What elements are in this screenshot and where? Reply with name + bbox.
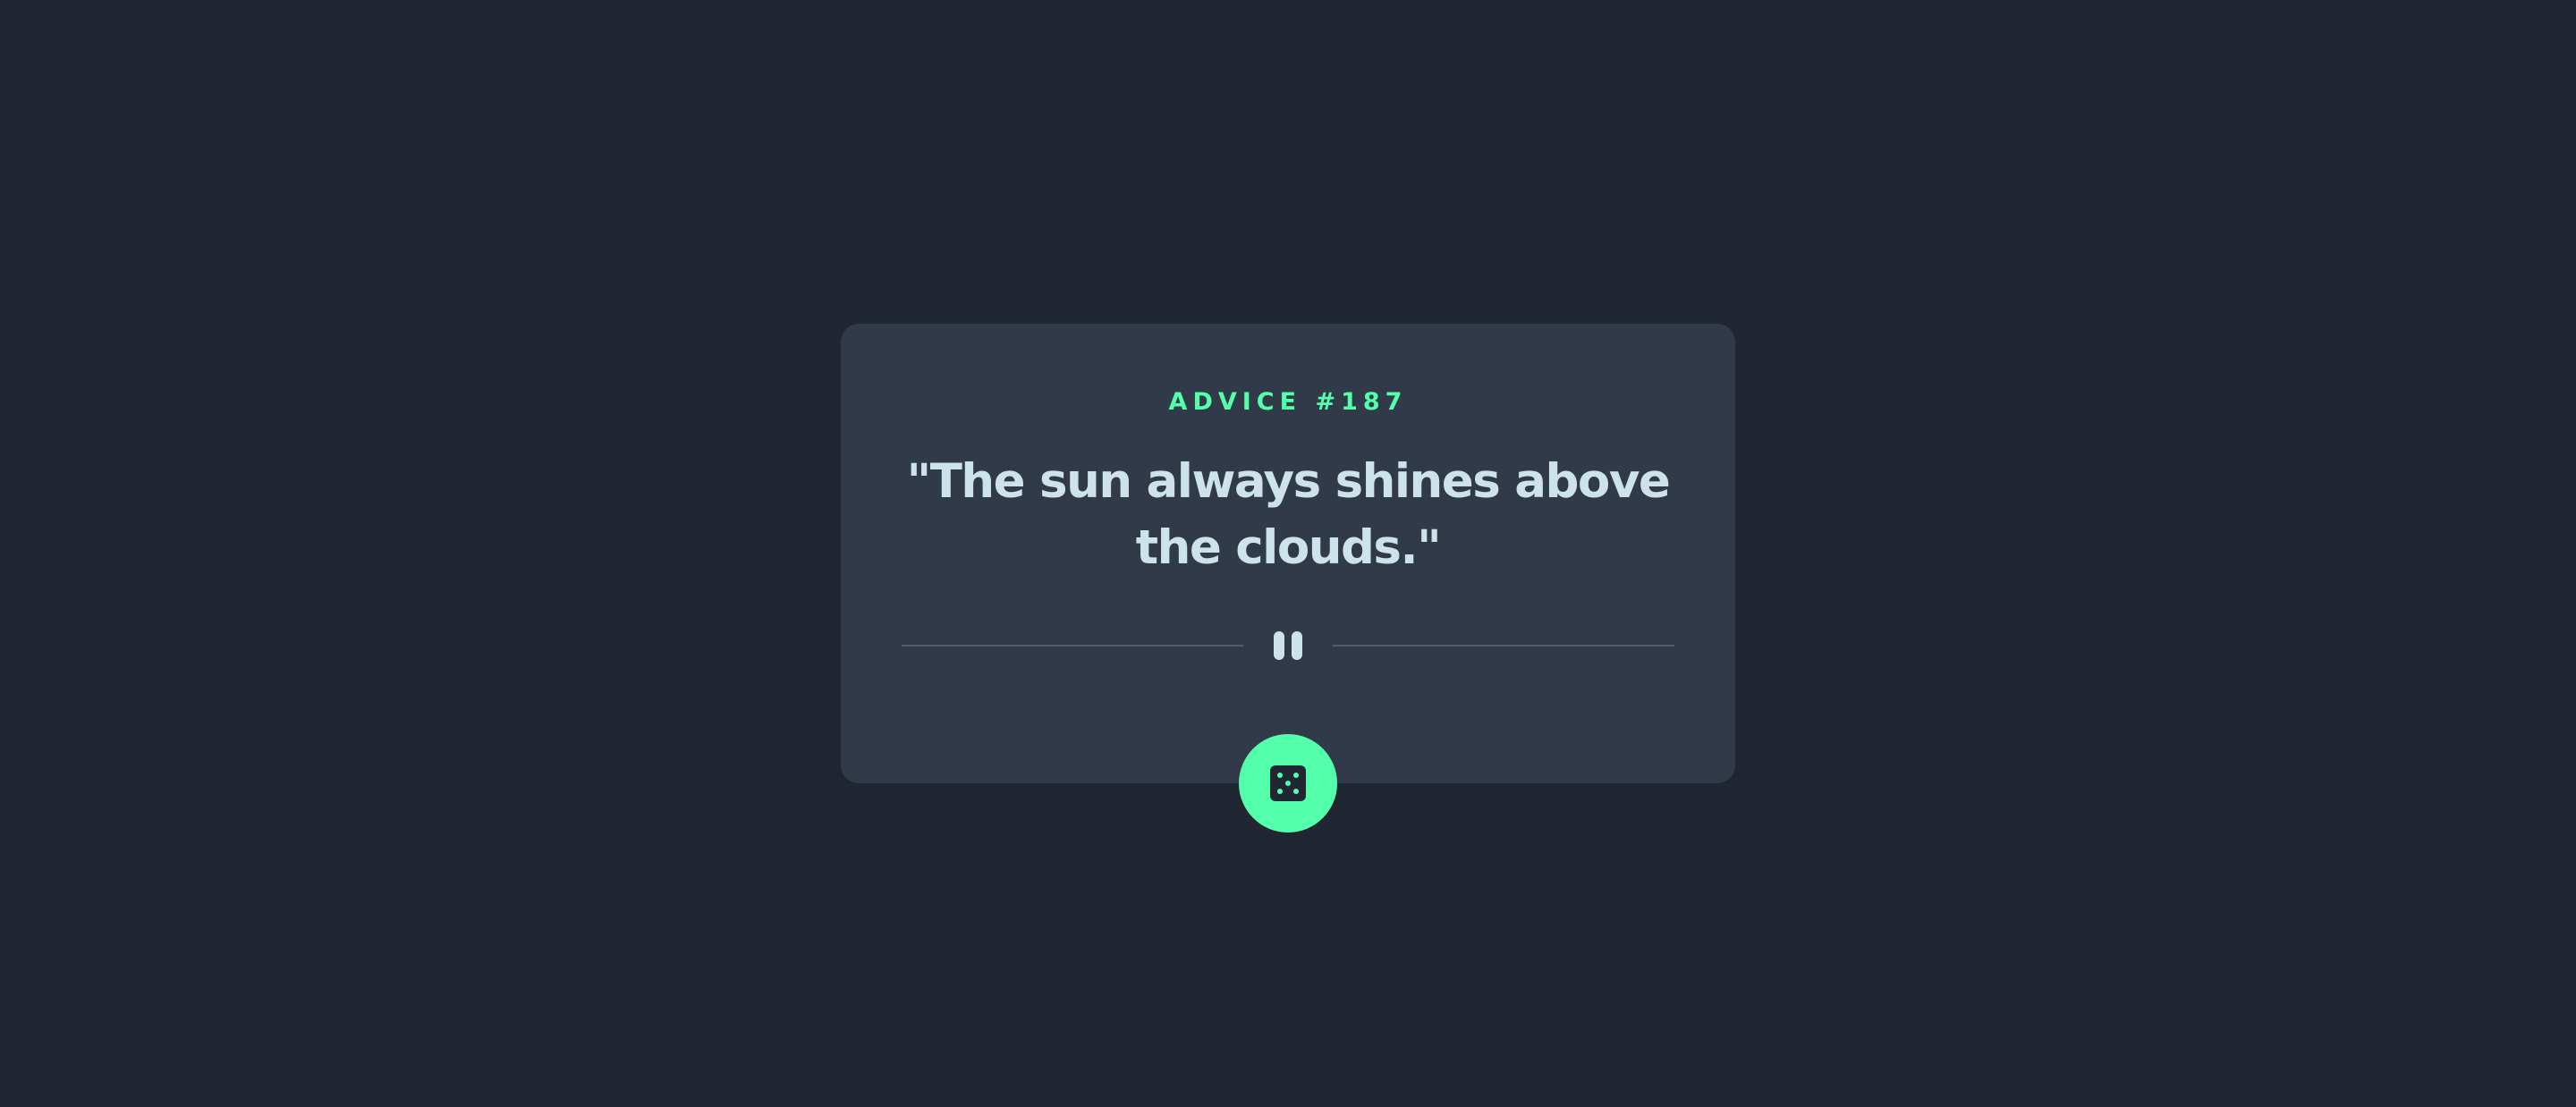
- advice-quote: "The sun always shines above the clouds.…: [906, 454, 1671, 575]
- pause-bar-right: [1292, 631, 1302, 660]
- dice-icon: [1270, 765, 1306, 801]
- new-advice-button[interactable]: [1239, 734, 1337, 832]
- advice-card: ADVICE #187 "The sun always shines above…: [841, 324, 1735, 783]
- pause-icon: [1270, 631, 1306, 660]
- pause-bar-left: [1274, 631, 1284, 660]
- divider-line-left: [902, 645, 1243, 646]
- divider-line-right: [1333, 645, 1674, 646]
- pattern-divider: [902, 631, 1674, 660]
- advice-number: ADVICE #187: [1168, 388, 1408, 416]
